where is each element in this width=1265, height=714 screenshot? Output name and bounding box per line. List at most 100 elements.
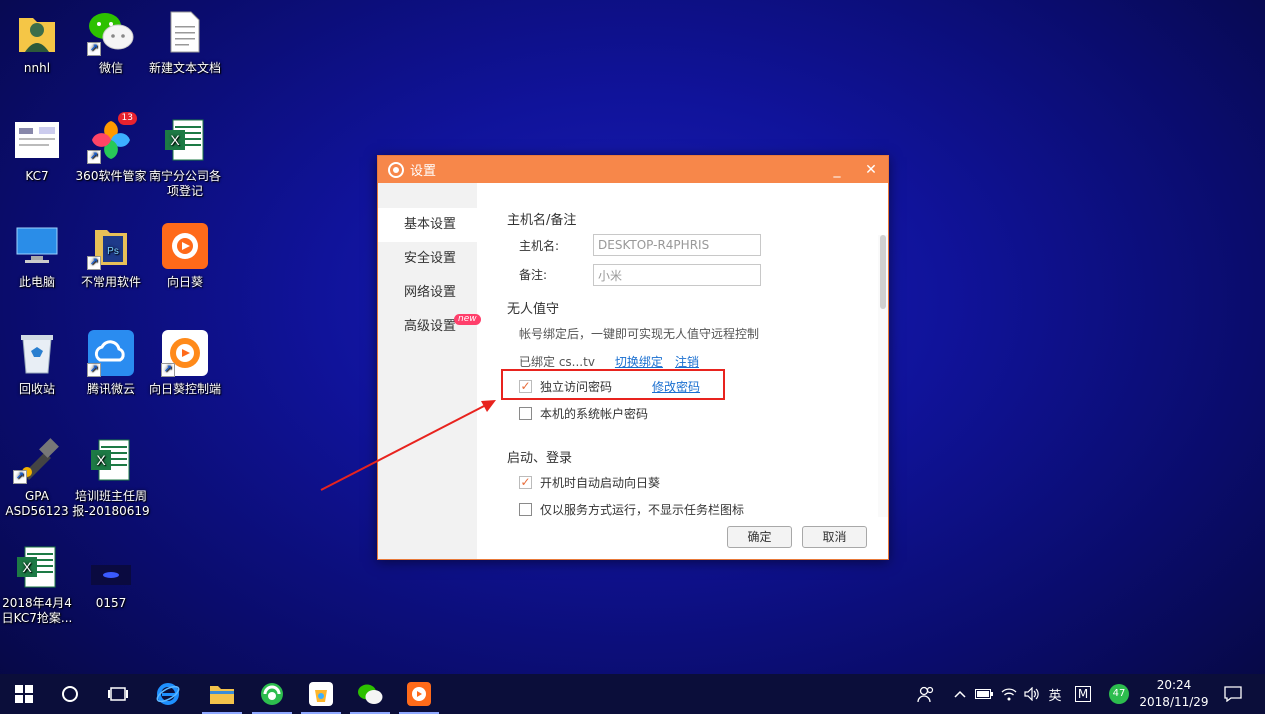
remark-input[interactable] — [593, 264, 761, 286]
shortcut-arrow-icon: ↗ — [87, 150, 101, 164]
ime-language-indicator[interactable]: 英 — [1044, 674, 1066, 714]
desktop-icon-kc7[interactable]: KC7 — [0, 116, 74, 184]
speaker-icon — [1024, 687, 1039, 701]
people-button[interactable] — [912, 674, 940, 714]
desktop-icon-0157[interactable]: 0157 — [74, 543, 148, 611]
settings-content: 主机名/备注 主机名: 备注: 无人值守 帐号绑定后，一键即可实现无人值守远程控… — [477, 183, 888, 559]
desktop-icon-rarely-used[interactable]: Ps ↗ 不常用软件 — [74, 222, 148, 290]
unattended-section-title: 无人值守 — [507, 302, 560, 317]
service-mode-checkbox[interactable] — [519, 503, 532, 516]
text-file-icon — [161, 8, 209, 56]
shortcut-arrow-icon: ↗ — [87, 363, 101, 377]
security-tray-badge[interactable]: 47 — [1106, 674, 1132, 714]
shortcut-arrow-icon: ↗ — [87, 42, 101, 56]
desktop-icon-label: 向日葵控制端 — [148, 382, 221, 396]
change-password-link[interactable]: 修改密码 — [652, 378, 700, 395]
autostart-checkbox[interactable]: ✓ — [519, 476, 532, 489]
excel-file-icon: X — [13, 543, 61, 591]
taskbar-ie[interactable] — [144, 674, 192, 714]
taskbar-360-software-manager[interactable] — [297, 674, 345, 714]
people-icon — [917, 686, 934, 703]
ok-button[interactable]: 确定 — [727, 526, 792, 548]
dialog-title: 设置 — [410, 164, 437, 179]
usb-key-icon: ↗ — [13, 436, 61, 484]
shortcut-arrow-icon: ↗ — [161, 363, 175, 377]
desktop-icon-sunlogin[interactable]: 向日葵 — [148, 222, 222, 290]
taskbar-file-explorer[interactable] — [198, 674, 246, 714]
dialog-titlebar[interactable]: 设置 _ ✕ — [378, 156, 888, 183]
switch-bind-link[interactable]: 切换绑定 — [615, 353, 663, 370]
close-button[interactable]: ✕ — [856, 156, 886, 183]
taskbar-sunlogin[interactable] — [395, 674, 443, 714]
document-thumbnail-icon — [13, 116, 61, 164]
ime-mode-label: M — [1074, 686, 1092, 702]
svg-text:Ps: Ps — [107, 246, 119, 257]
desktop-icon-new-text[interactable]: 新建文本文档 — [148, 8, 222, 76]
sunlogin-logo-icon — [388, 161, 404, 178]
desktop-icon-label: KC7 — [25, 169, 49, 183]
desktop-icon-label: 0157 — [95, 596, 127, 610]
autostart-row: ✓ 开机时自动启动向日葵 — [519, 474, 660, 491]
desktop-icon-this-pc[interactable]: 此电脑 — [0, 222, 74, 290]
nav-security-settings[interactable]: 安全设置 — [378, 242, 477, 276]
taskbar-wechat[interactable] — [346, 674, 394, 714]
start-button[interactable] — [0, 674, 48, 714]
taskbar-clock[interactable]: 20:24 2018/11/29 — [1136, 677, 1212, 711]
desktop-icon-label: 南宁分公司各项登记 — [148, 169, 221, 198]
nav-advanced-settings[interactable]: 高级设置 new — [378, 310, 481, 344]
ime-mode-indicator[interactable]: M — [1072, 674, 1094, 714]
desktop-icon-wechat[interactable]: ↗ 微信 — [74, 8, 148, 76]
show-hidden-icons-button[interactable] — [950, 674, 970, 714]
clock-time: 20:24 — [1156, 678, 1192, 692]
nav-basic-settings[interactable]: 基本设置 — [378, 208, 477, 242]
wifi-icon — [1001, 688, 1017, 701]
service-mode-label: 仅以服务方式运行，不显示任务栏图标 — [540, 503, 745, 517]
shortcut-arrow-icon: ↗ — [87, 256, 101, 270]
wechat-icon — [358, 684, 383, 704]
desktop-icon-gpa[interactable]: ↗ GPA ASD56123 — [0, 436, 74, 519]
scrollbar-thumb[interactable] — [880, 235, 886, 309]
dark-thumbnail-icon — [87, 543, 135, 591]
desktop-icon-label: 2018年4月4日KC7抢案... — [1, 596, 73, 625]
hostname-input[interactable] — [593, 234, 761, 256]
sunflower-icon — [161, 222, 209, 270]
chevron-up-icon — [954, 690, 966, 698]
desktop-icon-label: 新建文本文档 — [148, 61, 221, 75]
volume-indicator[interactable] — [1021, 674, 1043, 714]
startup-section-title: 启动、登录 — [507, 451, 573, 466]
notification-icon — [1224, 686, 1242, 702]
desktop-icon-sunlogin-control[interactable]: ↗ 向日葵控制端 — [148, 329, 222, 397]
desktop-icon-nnhl[interactable]: nnhl — [0, 8, 74, 76]
bound-account-label: 已绑定 cs...tv — [519, 355, 595, 369]
desktop-icon-weiyun[interactable]: ↗ 腾讯微云 — [74, 329, 148, 397]
desktop-icon-kc7-report[interactable]: X 2018年4月4日KC7抢案... — [0, 543, 74, 626]
task-view-button[interactable] — [94, 674, 142, 714]
minimize-button[interactable]: _ — [822, 156, 852, 183]
notification-count-badge: 47 — [1109, 684, 1129, 704]
desktop-icon-label: 360软件管家 — [75, 169, 147, 183]
folder-icon: Ps ↗ — [87, 222, 135, 270]
wifi-indicator[interactable] — [997, 674, 1021, 714]
desktop-icon-label: 微信 — [98, 61, 123, 75]
desktop-icon-label: 腾讯微云 — [86, 382, 135, 396]
independent-password-label: 独立访问密码 — [540, 380, 613, 394]
logout-link[interactable]: 注销 — [675, 353, 699, 370]
nav-network-settings[interactable]: 网络设置 — [378, 276, 477, 310]
action-center-button[interactable] — [1218, 674, 1248, 714]
settings-scrollbar[interactable] — [878, 235, 888, 517]
cancel-button[interactable]: 取消 — [802, 526, 867, 548]
battery-indicator[interactable] — [972, 674, 996, 714]
desktop-icon-nanning-register[interactable]: X 南宁分公司各项登记 — [148, 116, 222, 199]
desktop-icon-recycle-bin[interactable]: 回收站 — [0, 329, 74, 397]
system-password-checkbox[interactable] — [519, 407, 532, 420]
independent-password-checkbox[interactable]: ✓ — [519, 380, 532, 393]
360-software-manager-icon — [309, 682, 333, 706]
desktop-icon-360[interactable]: ↗ 13 360软件管家 — [74, 112, 148, 184]
taskbar-360-browser[interactable] — [248, 674, 296, 714]
windows-logo-icon — [15, 685, 33, 703]
sunflower-icon — [407, 682, 431, 706]
svg-text:X: X — [22, 559, 32, 575]
desktop-icon-training-report[interactable]: X 培训班主任周报-20180619 — [72, 436, 150, 519]
search-button[interactable] — [46, 674, 94, 714]
system-password-label: 本机的系统帐户密码 — [540, 407, 649, 421]
